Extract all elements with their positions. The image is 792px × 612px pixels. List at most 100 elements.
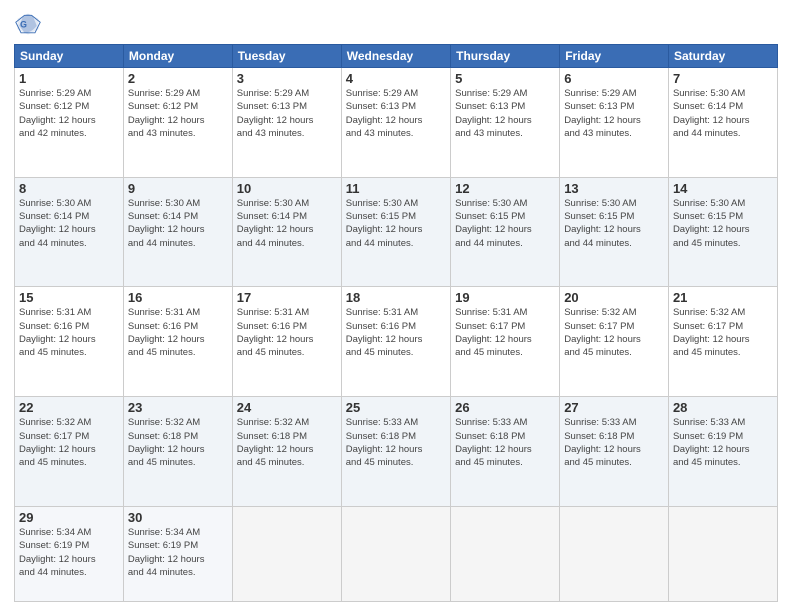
calendar-cell: 12Sunrise: 5:30 AM Sunset: 6:15 PM Dayli… <box>451 177 560 287</box>
day-info: Sunrise: 5:30 AM Sunset: 6:14 PM Dayligh… <box>128 197 228 250</box>
day-number: 30 <box>128 510 228 525</box>
day-info: Sunrise: 5:31 AM Sunset: 6:16 PM Dayligh… <box>128 306 228 359</box>
day-info: Sunrise: 5:30 AM Sunset: 6:14 PM Dayligh… <box>19 197 119 250</box>
calendar-cell: 16Sunrise: 5:31 AM Sunset: 6:16 PM Dayli… <box>123 287 232 397</box>
col-thursday: Thursday <box>451 45 560 68</box>
col-tuesday: Tuesday <box>232 45 341 68</box>
day-number: 26 <box>455 400 555 415</box>
day-number: 11 <box>346 181 446 196</box>
week-row-4: 22Sunrise: 5:32 AM Sunset: 6:17 PM Dayli… <box>15 397 778 507</box>
week-row-1: 1Sunrise: 5:29 AM Sunset: 6:12 PM Daylig… <box>15 68 778 178</box>
day-info: Sunrise: 5:32 AM Sunset: 6:18 PM Dayligh… <box>128 416 228 469</box>
day-number: 17 <box>237 290 337 305</box>
day-number: 13 <box>564 181 664 196</box>
calendar-cell: 15Sunrise: 5:31 AM Sunset: 6:16 PM Dayli… <box>15 287 124 397</box>
day-info: Sunrise: 5:31 AM Sunset: 6:17 PM Dayligh… <box>455 306 555 359</box>
day-info: Sunrise: 5:32 AM Sunset: 6:18 PM Dayligh… <box>237 416 337 469</box>
calendar-cell: 11Sunrise: 5:30 AM Sunset: 6:15 PM Dayli… <box>341 177 450 287</box>
calendar-cell: 28Sunrise: 5:33 AM Sunset: 6:19 PM Dayli… <box>668 397 777 507</box>
calendar-cell <box>232 506 341 601</box>
day-number: 27 <box>564 400 664 415</box>
day-number: 29 <box>19 510 119 525</box>
day-info: Sunrise: 5:30 AM Sunset: 6:14 PM Dayligh… <box>673 87 773 140</box>
day-info: Sunrise: 5:33 AM Sunset: 6:18 PM Dayligh… <box>346 416 446 469</box>
calendar-cell <box>560 506 669 601</box>
day-info: Sunrise: 5:32 AM Sunset: 6:17 PM Dayligh… <box>673 306 773 359</box>
calendar-cell: 5Sunrise: 5:29 AM Sunset: 6:13 PM Daylig… <box>451 68 560 178</box>
day-number: 6 <box>564 71 664 86</box>
col-monday: Monday <box>123 45 232 68</box>
day-number: 3 <box>237 71 337 86</box>
day-number: 21 <box>673 290 773 305</box>
calendar-cell: 2Sunrise: 5:29 AM Sunset: 6:12 PM Daylig… <box>123 68 232 178</box>
calendar-table: Sunday Monday Tuesday Wednesday Thursday… <box>14 44 778 602</box>
day-info: Sunrise: 5:29 AM Sunset: 6:13 PM Dayligh… <box>455 87 555 140</box>
col-wednesday: Wednesday <box>341 45 450 68</box>
day-number: 5 <box>455 71 555 86</box>
day-number: 9 <box>128 181 228 196</box>
day-info: Sunrise: 5:34 AM Sunset: 6:19 PM Dayligh… <box>128 526 228 579</box>
day-info: Sunrise: 5:32 AM Sunset: 6:17 PM Dayligh… <box>564 306 664 359</box>
day-number: 19 <box>455 290 555 305</box>
svg-text:G: G <box>20 20 27 30</box>
day-number: 24 <box>237 400 337 415</box>
calendar-cell: 14Sunrise: 5:30 AM Sunset: 6:15 PM Dayli… <box>668 177 777 287</box>
calendar-cell: 3Sunrise: 5:29 AM Sunset: 6:13 PM Daylig… <box>232 68 341 178</box>
day-info: Sunrise: 5:29 AM Sunset: 6:13 PM Dayligh… <box>346 87 446 140</box>
day-info: Sunrise: 5:32 AM Sunset: 6:17 PM Dayligh… <box>19 416 119 469</box>
day-info: Sunrise: 5:29 AM Sunset: 6:13 PM Dayligh… <box>564 87 664 140</box>
calendar-page: G Sunday Monday Tuesday Wednesday Thursd… <box>0 0 792 612</box>
calendar-header: G <box>14 10 778 38</box>
calendar-cell: 13Sunrise: 5:30 AM Sunset: 6:15 PM Dayli… <box>560 177 669 287</box>
day-number: 20 <box>564 290 664 305</box>
calendar-cell: 7Sunrise: 5:30 AM Sunset: 6:14 PM Daylig… <box>668 68 777 178</box>
day-info: Sunrise: 5:30 AM Sunset: 6:15 PM Dayligh… <box>564 197 664 250</box>
week-row-3: 15Sunrise: 5:31 AM Sunset: 6:16 PM Dayli… <box>15 287 778 397</box>
day-info: Sunrise: 5:31 AM Sunset: 6:16 PM Dayligh… <box>19 306 119 359</box>
calendar-cell: 9Sunrise: 5:30 AM Sunset: 6:14 PM Daylig… <box>123 177 232 287</box>
week-row-2: 8Sunrise: 5:30 AM Sunset: 6:14 PM Daylig… <box>15 177 778 287</box>
day-info: Sunrise: 5:29 AM Sunset: 6:12 PM Dayligh… <box>128 87 228 140</box>
calendar-cell <box>451 506 560 601</box>
day-info: Sunrise: 5:33 AM Sunset: 6:19 PM Dayligh… <box>673 416 773 469</box>
col-friday: Friday <box>560 45 669 68</box>
day-number: 4 <box>346 71 446 86</box>
calendar-cell: 25Sunrise: 5:33 AM Sunset: 6:18 PM Dayli… <box>341 397 450 507</box>
day-number: 10 <box>237 181 337 196</box>
week-row-5: 29Sunrise: 5:34 AM Sunset: 6:19 PM Dayli… <box>15 506 778 601</box>
day-number: 1 <box>19 71 119 86</box>
day-info: Sunrise: 5:34 AM Sunset: 6:19 PM Dayligh… <box>19 526 119 579</box>
day-number: 28 <box>673 400 773 415</box>
day-info: Sunrise: 5:31 AM Sunset: 6:16 PM Dayligh… <box>346 306 446 359</box>
logo: G <box>14 10 46 38</box>
day-number: 22 <box>19 400 119 415</box>
day-number: 12 <box>455 181 555 196</box>
day-info: Sunrise: 5:31 AM Sunset: 6:16 PM Dayligh… <box>237 306 337 359</box>
calendar-cell: 21Sunrise: 5:32 AM Sunset: 6:17 PM Dayli… <box>668 287 777 397</box>
logo-icon: G <box>14 10 42 38</box>
calendar-cell: 22Sunrise: 5:32 AM Sunset: 6:17 PM Dayli… <box>15 397 124 507</box>
calendar-cell: 29Sunrise: 5:34 AM Sunset: 6:19 PM Dayli… <box>15 506 124 601</box>
day-info: Sunrise: 5:30 AM Sunset: 6:15 PM Dayligh… <box>455 197 555 250</box>
day-number: 16 <box>128 290 228 305</box>
calendar-cell: 1Sunrise: 5:29 AM Sunset: 6:12 PM Daylig… <box>15 68 124 178</box>
calendar-cell: 4Sunrise: 5:29 AM Sunset: 6:13 PM Daylig… <box>341 68 450 178</box>
calendar-cell: 23Sunrise: 5:32 AM Sunset: 6:18 PM Dayli… <box>123 397 232 507</box>
day-number: 8 <box>19 181 119 196</box>
calendar-cell: 10Sunrise: 5:30 AM Sunset: 6:14 PM Dayli… <box>232 177 341 287</box>
col-saturday: Saturday <box>668 45 777 68</box>
calendar-cell: 30Sunrise: 5:34 AM Sunset: 6:19 PM Dayli… <box>123 506 232 601</box>
header-row: Sunday Monday Tuesday Wednesday Thursday… <box>15 45 778 68</box>
day-info: Sunrise: 5:29 AM Sunset: 6:12 PM Dayligh… <box>19 87 119 140</box>
day-info: Sunrise: 5:30 AM Sunset: 6:15 PM Dayligh… <box>346 197 446 250</box>
col-sunday: Sunday <box>15 45 124 68</box>
day-info: Sunrise: 5:29 AM Sunset: 6:13 PM Dayligh… <box>237 87 337 140</box>
calendar-cell: 17Sunrise: 5:31 AM Sunset: 6:16 PM Dayli… <box>232 287 341 397</box>
calendar-cell: 18Sunrise: 5:31 AM Sunset: 6:16 PM Dayli… <box>341 287 450 397</box>
calendar-cell: 24Sunrise: 5:32 AM Sunset: 6:18 PM Dayli… <box>232 397 341 507</box>
calendar-cell: 20Sunrise: 5:32 AM Sunset: 6:17 PM Dayli… <box>560 287 669 397</box>
calendar-cell <box>341 506 450 601</box>
calendar-cell: 8Sunrise: 5:30 AM Sunset: 6:14 PM Daylig… <box>15 177 124 287</box>
calendar-cell: 26Sunrise: 5:33 AM Sunset: 6:18 PM Dayli… <box>451 397 560 507</box>
calendar-cell: 19Sunrise: 5:31 AM Sunset: 6:17 PM Dayli… <box>451 287 560 397</box>
